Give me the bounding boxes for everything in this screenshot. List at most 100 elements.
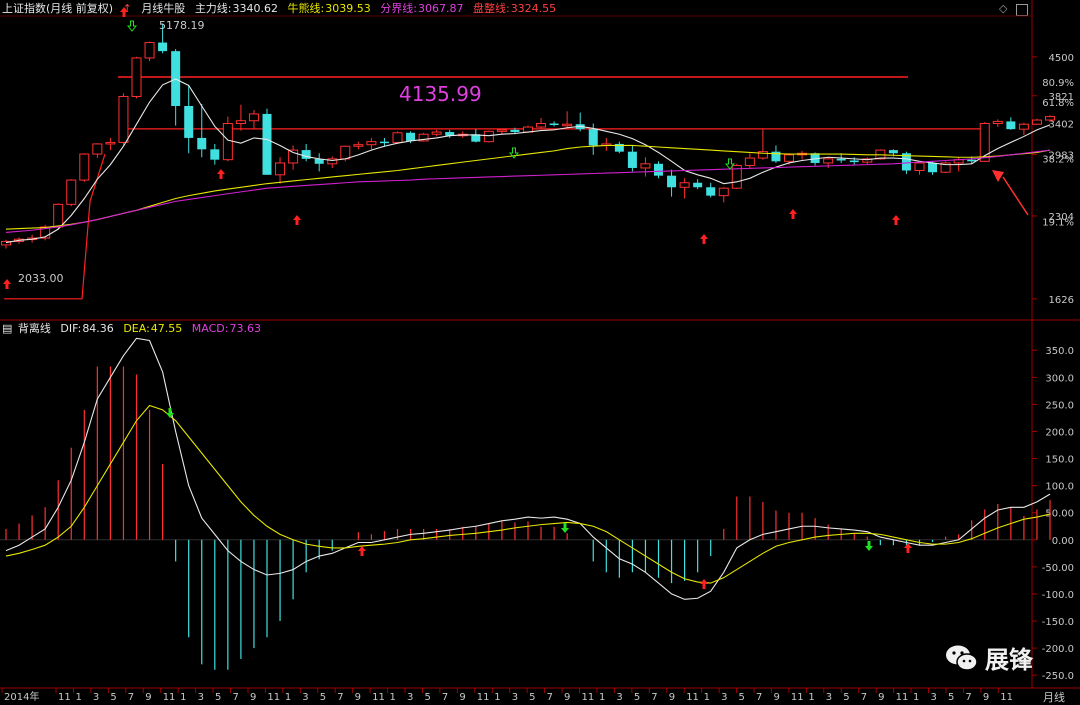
buy-signal-icon bbox=[892, 215, 900, 225]
macd-tick-label: -100.0 bbox=[1042, 590, 1074, 601]
macd-tick-label: 300.0 bbox=[1045, 373, 1074, 384]
macd-tick-label: -150.0 bbox=[1042, 617, 1074, 628]
time-tick-label: 1 bbox=[599, 692, 605, 703]
time-tick-label: 2014年 bbox=[4, 690, 39, 703]
candle-body-up bbox=[823, 158, 834, 164]
time-tick-label: 11 bbox=[582, 692, 595, 703]
candle-body-down bbox=[667, 175, 677, 188]
candle-body-up bbox=[992, 120, 1003, 125]
candle-body-up bbox=[640, 163, 651, 169]
candle-body-up bbox=[66, 179, 77, 205]
time-tick-label: 5 bbox=[424, 692, 430, 703]
time-tick-label: 9 bbox=[145, 692, 151, 703]
time-tick-label: 7 bbox=[128, 692, 134, 703]
candle-body-down bbox=[627, 151, 637, 168]
candle-body-up bbox=[222, 123, 233, 161]
chart-canvas[interactable]: 45003821340229832304162680.9%61.8%38.2%1… bbox=[0, 0, 1080, 705]
time-tick-label: 9 bbox=[250, 692, 256, 703]
candle-body-down bbox=[549, 123, 559, 126]
candle-body-down bbox=[849, 160, 859, 163]
time-tick-label: 11 bbox=[267, 692, 280, 703]
candle-body-up bbox=[784, 154, 794, 162]
time-tick-label: 1 bbox=[285, 692, 291, 703]
candle-body-up bbox=[92, 143, 103, 155]
time-tick-label: 5 bbox=[634, 692, 640, 703]
time-tick-label: 5 bbox=[739, 692, 745, 703]
candle-body-up bbox=[536, 123, 547, 128]
time-tick-label: 1 bbox=[808, 692, 814, 703]
candle-body-up bbox=[1045, 116, 1055, 121]
time-tick-label: 7 bbox=[233, 692, 239, 703]
price-axis: 45003821340229832304162680.9%61.8%38.2%1… bbox=[1032, 53, 1074, 306]
macd-buy-signal-icon bbox=[904, 543, 912, 553]
main-pane bbox=[1, 7, 1055, 300]
price-tick-label: 3402 bbox=[1049, 119, 1074, 130]
price-line-3 bbox=[5, 149, 1051, 233]
candle-body-up bbox=[1018, 123, 1029, 130]
buy-signal-icon bbox=[789, 209, 797, 219]
time-tick-label: 3 bbox=[931, 692, 937, 703]
time-tick-label: 11 bbox=[791, 692, 804, 703]
candle-body-down bbox=[184, 105, 194, 138]
candle-body-up bbox=[144, 42, 155, 59]
candle-body-up bbox=[744, 157, 755, 166]
candle-body-up bbox=[340, 145, 351, 160]
macd-tick-label: 150.0 bbox=[1045, 455, 1074, 466]
macd-axis: 350.0300.0250.0200.0150.0100.050.000.00-… bbox=[1032, 346, 1074, 682]
candle-body-down bbox=[379, 141, 389, 144]
time-tick-label: 3 bbox=[302, 692, 308, 703]
time-tick-label: 3 bbox=[826, 692, 832, 703]
time-tick-label: 11 bbox=[163, 692, 176, 703]
macd-buy-signal-icon bbox=[358, 546, 366, 556]
time-tick-label: 9 bbox=[459, 692, 465, 703]
time-tick-label: 1 bbox=[390, 692, 396, 703]
candle-body-down bbox=[210, 149, 220, 160]
candle-body-down bbox=[1006, 121, 1016, 130]
time-tick-label: 1 bbox=[180, 692, 186, 703]
watermark-text: 展锋 bbox=[985, 646, 1033, 674]
pct-tick-label: 38.2% bbox=[1042, 154, 1074, 165]
candle-body-down bbox=[197, 137, 207, 150]
candle-body-down bbox=[706, 187, 716, 196]
candle-body-down bbox=[588, 129, 598, 146]
watermark: 展锋 bbox=[945, 640, 1033, 675]
candle-body-down bbox=[262, 113, 272, 175]
macd-tick-label: 100.0 bbox=[1045, 482, 1074, 493]
time-tick-label: 1 bbox=[913, 692, 919, 703]
time-tick-label: 7 bbox=[651, 692, 657, 703]
macd-buy-signal-icon bbox=[700, 579, 708, 589]
time-tick-label: 7 bbox=[965, 692, 971, 703]
time-tick-label: 11 bbox=[896, 692, 909, 703]
price-tick-label: 1626 bbox=[1049, 295, 1074, 306]
time-tick-label: 1 bbox=[494, 692, 500, 703]
time-tick-label: 9 bbox=[355, 692, 361, 703]
time-tick-label: 3 bbox=[721, 692, 727, 703]
macd-tick-label: 200.0 bbox=[1045, 427, 1074, 438]
time-tick-label: 5 bbox=[320, 692, 326, 703]
candle-body-down bbox=[158, 42, 168, 52]
candle-body-down bbox=[654, 163, 663, 176]
period-label[interactable]: 月线 bbox=[1043, 690, 1065, 704]
level-label: 4135.99 bbox=[399, 82, 482, 106]
candle-body-up bbox=[718, 187, 729, 197]
macd-tick-label: 0.00 bbox=[1052, 536, 1074, 547]
price-tick-label: 4500 bbox=[1049, 53, 1074, 64]
candle-body-up bbox=[248, 113, 259, 122]
time-axis: 2014年 11 1 3 5 7 9 11 1 3 5 7 9 11 1 3 5 7 9 11 1 3 5 7 9 11 1 3 5 7 9… bbox=[1, 688, 1013, 703]
time-tick-label: 5 bbox=[215, 692, 221, 703]
time-tick-label: 11 bbox=[1000, 692, 1013, 703]
time-tick-label: 5 bbox=[110, 692, 116, 703]
time-tick-label: 7 bbox=[337, 692, 343, 703]
wechat-icon bbox=[946, 645, 978, 671]
macd-tick-label: 350.0 bbox=[1045, 346, 1074, 357]
candle-body-up bbox=[679, 182, 690, 188]
chart-window: 上证指数(月线 前复权) ↑ 月线牛股 主力线:3340.62 牛熊线:3039… bbox=[0, 0, 1080, 705]
candle-body-up bbox=[366, 141, 377, 146]
candle-body-up bbox=[562, 123, 573, 127]
macd-tick-label: 250.0 bbox=[1045, 400, 1074, 411]
time-tick-label: 7 bbox=[547, 692, 553, 703]
candle-body-up bbox=[235, 120, 246, 125]
candle-body-up bbox=[79, 153, 90, 181]
pct-tick-label: 19.1% bbox=[1042, 217, 1074, 228]
candle-body-up bbox=[392, 132, 403, 143]
